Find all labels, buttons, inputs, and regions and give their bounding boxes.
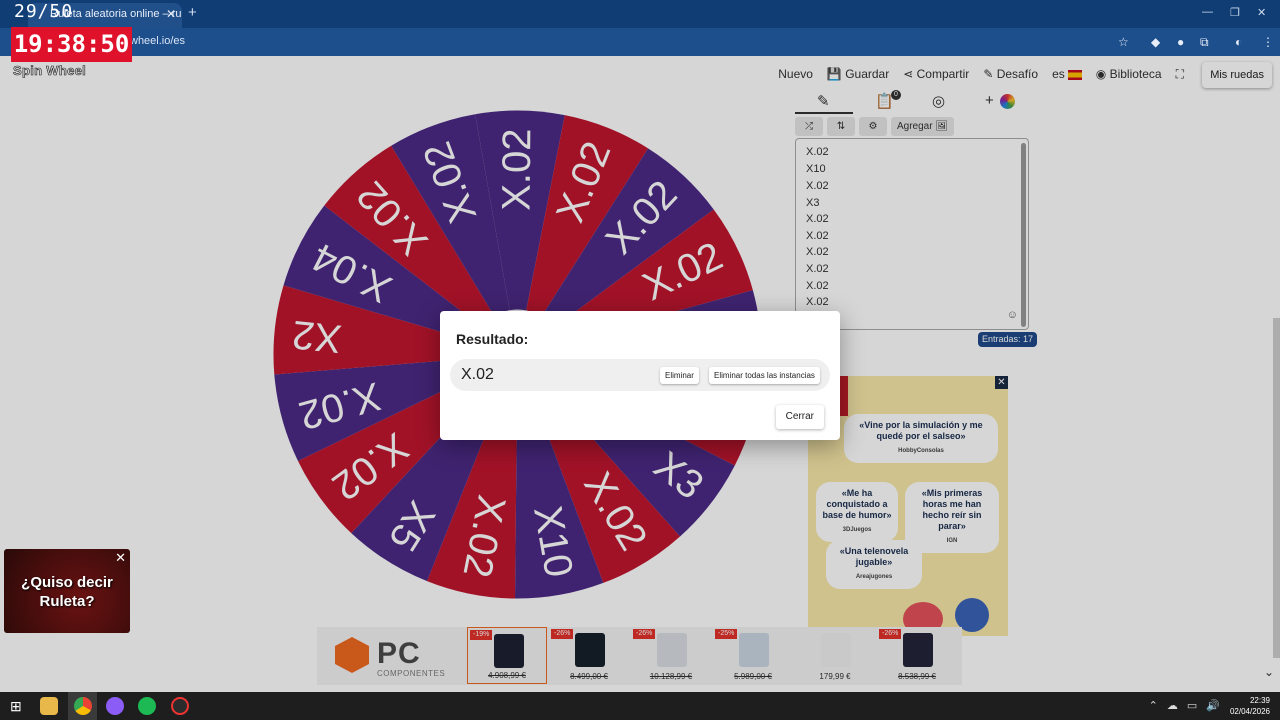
recorder-icon[interactable] — [171, 697, 189, 715]
profile-icon[interactable]: ◐ — [1235, 35, 1242, 49]
ad-left-text: ¿Quiso decir Ruleta? — [21, 574, 113, 610]
advertisement-left[interactable]: ¿Quiso decir Ruleta? ✕ — [4, 549, 130, 633]
address-bar[interactable]: wheel.io/es ☆ ◆ ● ⧉ ◐ ⋮ — [0, 28, 1280, 56]
extension-dot-icon[interactable]: ● — [1177, 35, 1184, 49]
app-icon[interactable] — [106, 697, 124, 715]
windows-start-icon[interactable]: ⊞ — [10, 697, 28, 715]
recording-clock: 19:38:50 — [11, 27, 132, 62]
chevron-up-icon[interactable]: ⌃ — [1149, 699, 1158, 712]
extension-fox-icon[interactable]: ◆ — [1151, 35, 1160, 49]
star-icon[interactable]: ☆ — [1118, 35, 1129, 49]
chrome-icon[interactable] — [74, 697, 92, 715]
menu-icon[interactable]: ⋮ — [1262, 35, 1274, 49]
close-button[interactable]: Cerrar — [775, 405, 824, 429]
extension-icon[interactable]: ⧉ — [1200, 35, 1209, 50]
network-icon[interactable]: ▭ — [1187, 699, 1197, 712]
system-clock[interactable]: 22:39 02/04/2026 — [1230, 695, 1270, 717]
volume-icon[interactable]: 🔊 — [1206, 699, 1220, 712]
window-close-icon[interactable]: ✕ — [1257, 6, 1266, 19]
tab-close-icon[interactable]: ✕ — [166, 3, 176, 26]
clock-time: 22:39 — [1249, 696, 1270, 705]
browser-tab-bar: Ruleta aleatoria online – ruleta ✕ + — ❐… — [0, 0, 1280, 28]
clock-date: 02/04/2026 — [1229, 707, 1270, 716]
taskbar: ⊞ ⌃ ☁ ▭ 🔊 22:39 02/04/2026 — [0, 692, 1280, 720]
minimize-icon[interactable]: — — [1202, 6, 1213, 18]
maximize-icon[interactable]: ❐ — [1230, 6, 1240, 19]
recording-counter: 29/50 — [14, 1, 74, 22]
cloud-icon[interactable]: ☁ — [1167, 699, 1178, 712]
spotify-icon[interactable] — [138, 697, 156, 715]
result-row: X.02 Eliminar Eliminar todas las instanc… — [450, 359, 830, 391]
new-tab-button[interactable]: + — [188, 4, 197, 21]
dialog-title: Resultado: — [456, 331, 529, 347]
remove-button[interactable]: Eliminar — [660, 367, 699, 384]
ad-left-close-icon[interactable]: ✕ — [115, 550, 126, 566]
remove-all-button[interactable]: Eliminar todas las instancias — [709, 367, 820, 384]
system-tray: ⌃ ☁ ▭ 🔊 — [1149, 699, 1220, 712]
file-explorer-icon[interactable] — [40, 697, 58, 715]
url-text[interactable]: wheel.io/es — [130, 35, 185, 47]
result-value: X.02 — [461, 366, 494, 383]
result-dialog: Resultado: X.02 Eliminar Eliminar todas … — [440, 311, 840, 440]
